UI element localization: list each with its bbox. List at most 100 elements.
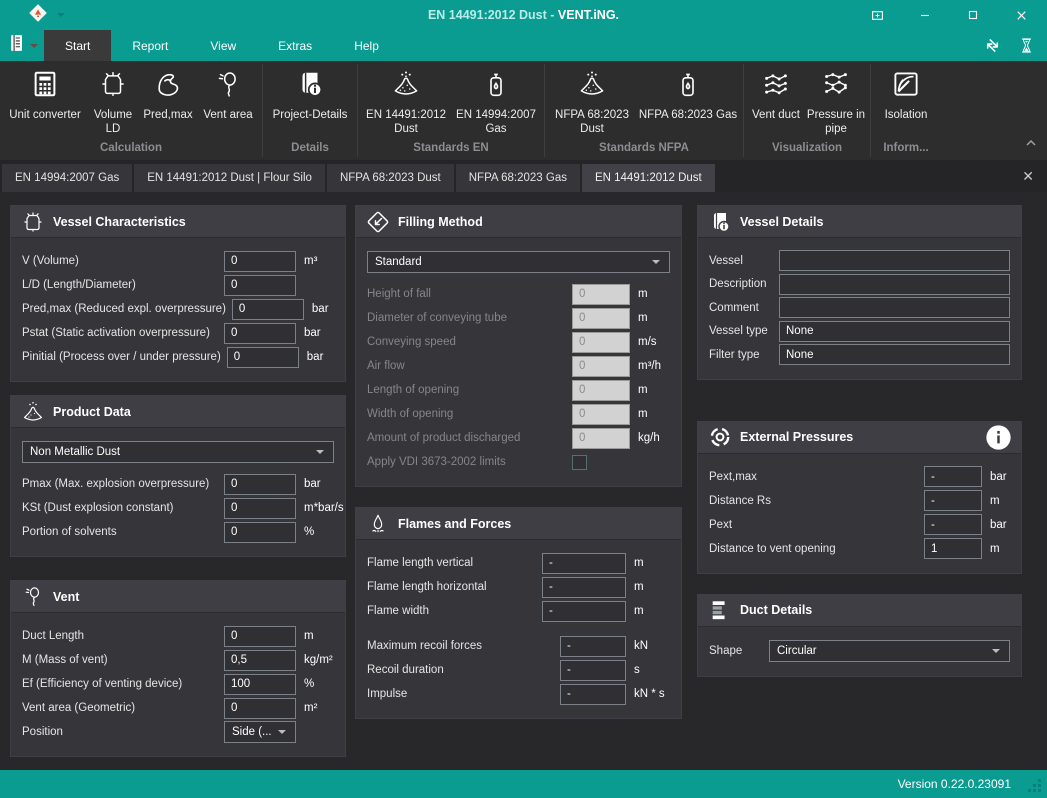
ribbon-item-nfpa-gas[interactable]: NFPA 68:2023 Gas <box>636 66 740 123</box>
input-maximum-recoil-forces[interactable] <box>560 636 626 657</box>
tab-en-14994-2007-gas[interactable]: EN 14994:2007 Gas <box>2 164 132 192</box>
input-pstat-static-activation-overpressure[interactable] <box>224 323 296 344</box>
dropdown-position[interactable]: Side (... <box>224 721 296 743</box>
book-info-icon <box>707 209 733 235</box>
input-pred-max-reduced-expl-overpressure[interactable] <box>232 299 304 320</box>
ribbon-item-volume-ld[interactable]: Volume LD <box>87 66 139 136</box>
app-logo-icon[interactable] <box>27 2 49 29</box>
input-pmax-max-explosion-overpressure[interactable] <box>224 474 296 495</box>
tab-nfpa-68-2023-gas[interactable]: NFPA 68:2023 Gas <box>456 164 580 192</box>
dropdown-standard[interactable]: Standard <box>367 251 670 273</box>
ribbon-item-en-14994-gas[interactable]: EN 14994:2007 Gas <box>451 66 541 136</box>
input-air-flow[interactable] <box>572 356 630 377</box>
input-length-of-opening[interactable] <box>572 380 630 401</box>
input-description[interactable] <box>779 274 1010 295</box>
form-row: Maximum recoil forceskN <box>367 634 670 658</box>
input-pext-max[interactable] <box>924 466 982 487</box>
swap-arrows-icon[interactable] <box>983 36 1002 55</box>
tab-en-14491-2012-dust[interactable]: EN 14491:2012 Dust <box>582 164 715 192</box>
input-v-volume[interactable] <box>224 251 296 272</box>
calculator-icon <box>30 69 60 104</box>
form-row: Flame length verticalm <box>367 551 670 575</box>
ribbon-group-label: Details <box>266 138 354 159</box>
input-flame-width[interactable] <box>542 601 626 622</box>
ribbon-item-en-14491-dust[interactable]: EN 14491:2012 Dust <box>361 66 451 136</box>
input-distance-rs[interactable] <box>924 490 982 511</box>
menu-item-help[interactable]: Help <box>333 30 400 61</box>
input-comment[interactable] <box>779 297 1010 318</box>
ribbon-item-label: Pred,max <box>143 109 192 123</box>
resize-grip-icon[interactable] <box>1038 789 1041 792</box>
ribbon-item-isolation[interactable]: Isolation <box>874 66 938 123</box>
input-width-of-opening[interactable] <box>572 404 630 425</box>
input-kst-dust-explosion-constant[interactable] <box>224 498 296 519</box>
input-vessel-type[interactable] <box>779 321 1010 342</box>
maximize-icon[interactable] <box>961 4 985 26</box>
input-pinitial-process-over-under-pressure[interactable] <box>227 347 299 368</box>
input-diameter-of-conveying-tube[interactable] <box>572 308 630 329</box>
dropdown-non-metallic-dust[interactable]: Non Metallic Dust <box>22 441 334 463</box>
input-amount-of-product-discharged[interactable] <box>572 428 630 449</box>
input-flame-length-vertical[interactable] <box>542 553 626 574</box>
ribbon-item-label: NFPA 68:2023 Dust <box>548 109 636 137</box>
ribbon-item-pred-max[interactable]: Pred,max <box>139 66 197 123</box>
panel-title: Vessel Characteristics <box>53 215 186 229</box>
form-row: ImpulsekN * s <box>367 682 670 706</box>
input-conveying-speed[interactable] <box>572 332 630 353</box>
panel-header: Vent <box>11 581 345 613</box>
ribbon-item-project-details[interactable]: Project-Details <box>266 66 354 123</box>
unit-label: m <box>626 605 670 617</box>
field-label-description: Description <box>709 278 779 290</box>
input-vent-area-geometric[interactable] <box>224 698 296 719</box>
menu-item-extras[interactable]: Extras <box>257 30 333 61</box>
field-label-portion-of-solvents: Portion of solvents <box>22 526 224 538</box>
panel-title: Filling Method <box>398 215 483 229</box>
chevron-down-icon[interactable] <box>57 13 65 17</box>
info-circle-icon[interactable] <box>985 424 1012 451</box>
tab-en-14491-2012-dust-flour-silo[interactable]: EN 14491:2012 Dust | Flour Silo <box>134 164 325 192</box>
unit-label: m <box>626 557 670 569</box>
close-icon[interactable]: ✕ <box>1022 169 1034 183</box>
form-row: Ef (Efficiency of venting device)% <box>22 672 334 696</box>
menu-item-view[interactable]: View <box>189 30 257 61</box>
form-row: V (Volume)m³ <box>22 249 334 273</box>
input-flame-length-horizontal[interactable] <box>542 577 626 598</box>
input-height-of-fall[interactable] <box>572 284 630 305</box>
dropdown-shape[interactable]: Circular <box>769 640 1010 662</box>
input-duct-length[interactable] <box>224 626 296 647</box>
panel-header: External Pressures <box>698 422 1021 454</box>
input-filter-type[interactable] <box>779 344 1010 365</box>
unit-label: bar <box>296 478 334 490</box>
input-distance-to-vent-opening[interactable] <box>924 538 982 559</box>
input-m-mass-of-vent[interactable] <box>224 650 296 671</box>
chevron-up-icon[interactable] <box>1026 133 1036 151</box>
input-pext[interactable] <box>924 514 982 535</box>
input-impulse[interactable] <box>560 684 626 705</box>
ribbon-item-nfpa-dust[interactable]: NFPA 68:2023 Dust <box>548 66 636 136</box>
input-ef-efficiency-of-venting-device[interactable] <box>224 674 296 695</box>
field-label-apply-vdi-3673-2002-limits: Apply VDI 3673-2002 limits <box>367 456 572 468</box>
ribbon-item-vent-duct[interactable]: Vent duct <box>747 66 805 123</box>
input-recoil-duration[interactable] <box>560 660 626 681</box>
minimize-icon[interactable] <box>913 4 937 26</box>
dock-window-icon[interactable] <box>865 4 889 26</box>
menu-item-start[interactable]: Start <box>44 30 111 61</box>
panel-vessel-details: Vessel Details VesselDescriptionCommentV… <box>697 205 1022 380</box>
tab-nfpa-68-2023-dust[interactable]: NFPA 68:2023 Dust <box>327 164 454 192</box>
checkbox-apply-vdi-3673-2002-limits[interactable] <box>572 455 587 470</box>
panel-vent: Vent Duct LengthmM (Mass of vent)kg/m²Ef… <box>10 580 346 757</box>
ribbon-item-unit-converter[interactable]: Unit converter <box>3 66 87 123</box>
flame-icon <box>365 511 391 537</box>
menu-item-report[interactable]: Report <box>111 30 189 61</box>
input-portion-of-solvents[interactable] <box>224 522 296 543</box>
balloon-icon <box>20 584 46 610</box>
close-icon[interactable] <box>1009 4 1033 26</box>
application-menu-button[interactable] <box>0 30 44 61</box>
input-vessel[interactable] <box>779 250 1010 271</box>
input-l-d-length-diameter[interactable] <box>224 275 296 296</box>
ribbon-item-vent-area[interactable]: Vent area <box>197 66 259 123</box>
ribbon-item-pressure-in-pipe[interactable]: Pressure in pipe <box>805 66 867 136</box>
hourglass-icon[interactable] <box>1018 36 1035 55</box>
line-chart-icon <box>761 69 791 104</box>
unit-label: kN * s <box>626 688 670 700</box>
